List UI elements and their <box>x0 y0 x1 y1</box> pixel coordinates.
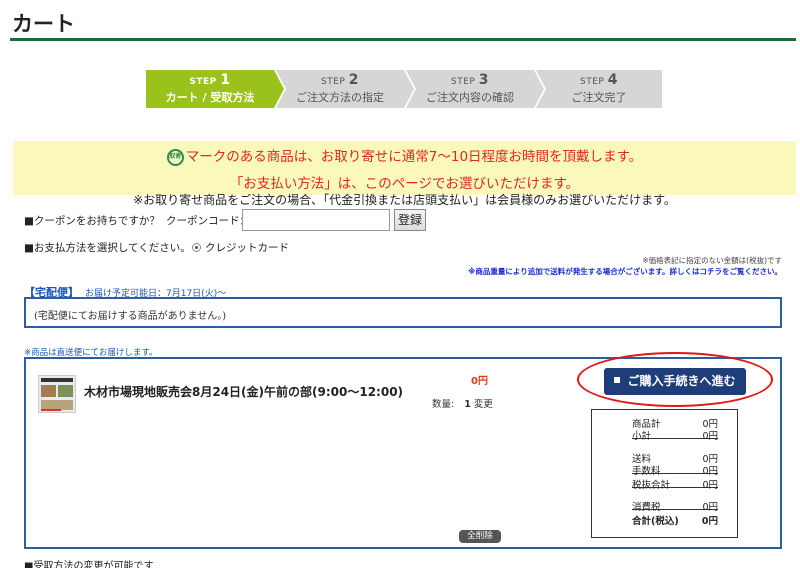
order-totals: 商品計 0円 小計 0円 送料 0円 手数料 0円 税抜合計 0円 消費税 0円 合計(税込… <box>591 409 738 538</box>
totals-row: 小計 0円 <box>632 428 718 442</box>
page-title: カート <box>12 12 75 36</box>
radio-selected-icon[interactable] <box>192 243 201 252</box>
quantity-change-link[interactable]: 変更 <box>474 399 493 410</box>
totals-row: 商品計 0円 <box>632 419 718 430</box>
toriyose-icon: 取寄 <box>166 148 184 166</box>
step-2-label: ご注文方法の指定 <box>296 91 384 104</box>
step-1-number: 1 <box>220 72 231 88</box>
notice-line-2: 「お支払い方法」は、このページでお選びいただけます。 <box>229 175 580 192</box>
receive-method-note: ■受取方法の変更が可能です <box>24 561 154 568</box>
highlight-ellipse <box>577 352 773 407</box>
product-thumbnail[interactable] <box>38 375 76 413</box>
coupon-code-label: クーポンコード： <box>166 215 250 227</box>
coupon-code-input[interactable] <box>242 209 390 231</box>
notice-line-3: ※お取り寄せ商品をご注文の場合、「代金引換または店頭支払い」は会員様のみお選びい… <box>133 192 676 207</box>
delivery-empty-message: (宅配便にてお届けする商品がありません。) <box>34 311 227 322</box>
step-2: STEP 2 ご注文方法の指定 <box>276 70 414 108</box>
order-notice: 取寄 マークのある商品は、お取り寄せに通常7～10日程度お時間を頂戴します。 「お… <box>13 141 796 207</box>
step-3-label: ご注文内容の確認 <box>426 91 514 104</box>
totals-row: 手数料 0円 <box>632 463 718 477</box>
shipping-note-link[interactable]: ※商品重量により追加で送料が発生する場合がございます。詳しくはコチラをご覧くださ… <box>468 266 782 277</box>
clear-all-button[interactable]: 全削除 <box>459 530 501 543</box>
step-1: STEP 1 カート / 受取方法 <box>146 70 284 108</box>
payment-option-label: クレジットカード <box>205 242 289 254</box>
step-1-label: カート / 受取方法 <box>165 91 255 104</box>
checkout-steps: STEP 1 カート / 受取方法 STEP 2 ご注文方法の指定 STEP 3… <box>146 70 666 108</box>
payment-prompt: ■お支払方法を選択してください。 <box>24 242 191 254</box>
delivery-box: (宅配便にてお届けする商品がありません。) <box>24 297 782 328</box>
product-price: 0円 <box>471 376 488 387</box>
quantity-value: 1 <box>464 399 471 410</box>
coupon-question: ■クーポンをお持ちですか？ <box>24 215 160 227</box>
title-divider <box>10 38 796 41</box>
totals-row: 送料 0円 <box>632 454 718 465</box>
totals-row: 消費税 0円 <box>632 499 718 513</box>
totals-grand-row: 合計(税込) 0円 <box>632 516 718 527</box>
step-3-number: 3 <box>478 72 489 88</box>
step-4: STEP 4 ご注文完了 <box>536 70 662 108</box>
quantity-label: 数量: <box>432 399 455 410</box>
step-4-number: 4 <box>607 72 618 88</box>
product-name[interactable]: 木材市場現地販売会8月24日(金)午前の部(9:00～12:00) <box>84 383 403 400</box>
price-tax-note: ※価格表記に指定のない金額は(税抜)です <box>642 256 782 265</box>
coupon-register-button[interactable]: 登録 <box>394 209 426 231</box>
notice-line-1: マークのある商品は、お取り寄せに通常7～10日程度お時間を頂戴します。 <box>185 149 643 165</box>
step-3: STEP 3 ご注文内容の確認 <box>406 70 544 108</box>
step-4-label: ご注文完了 <box>571 91 627 104</box>
payment-option-credit[interactable]: クレジットカード <box>192 240 289 255</box>
totals-row: 税抜合計 0円 <box>632 477 718 491</box>
quantity-row: 数量: 1 変更 <box>432 396 493 410</box>
step-2-number: 2 <box>348 72 359 88</box>
